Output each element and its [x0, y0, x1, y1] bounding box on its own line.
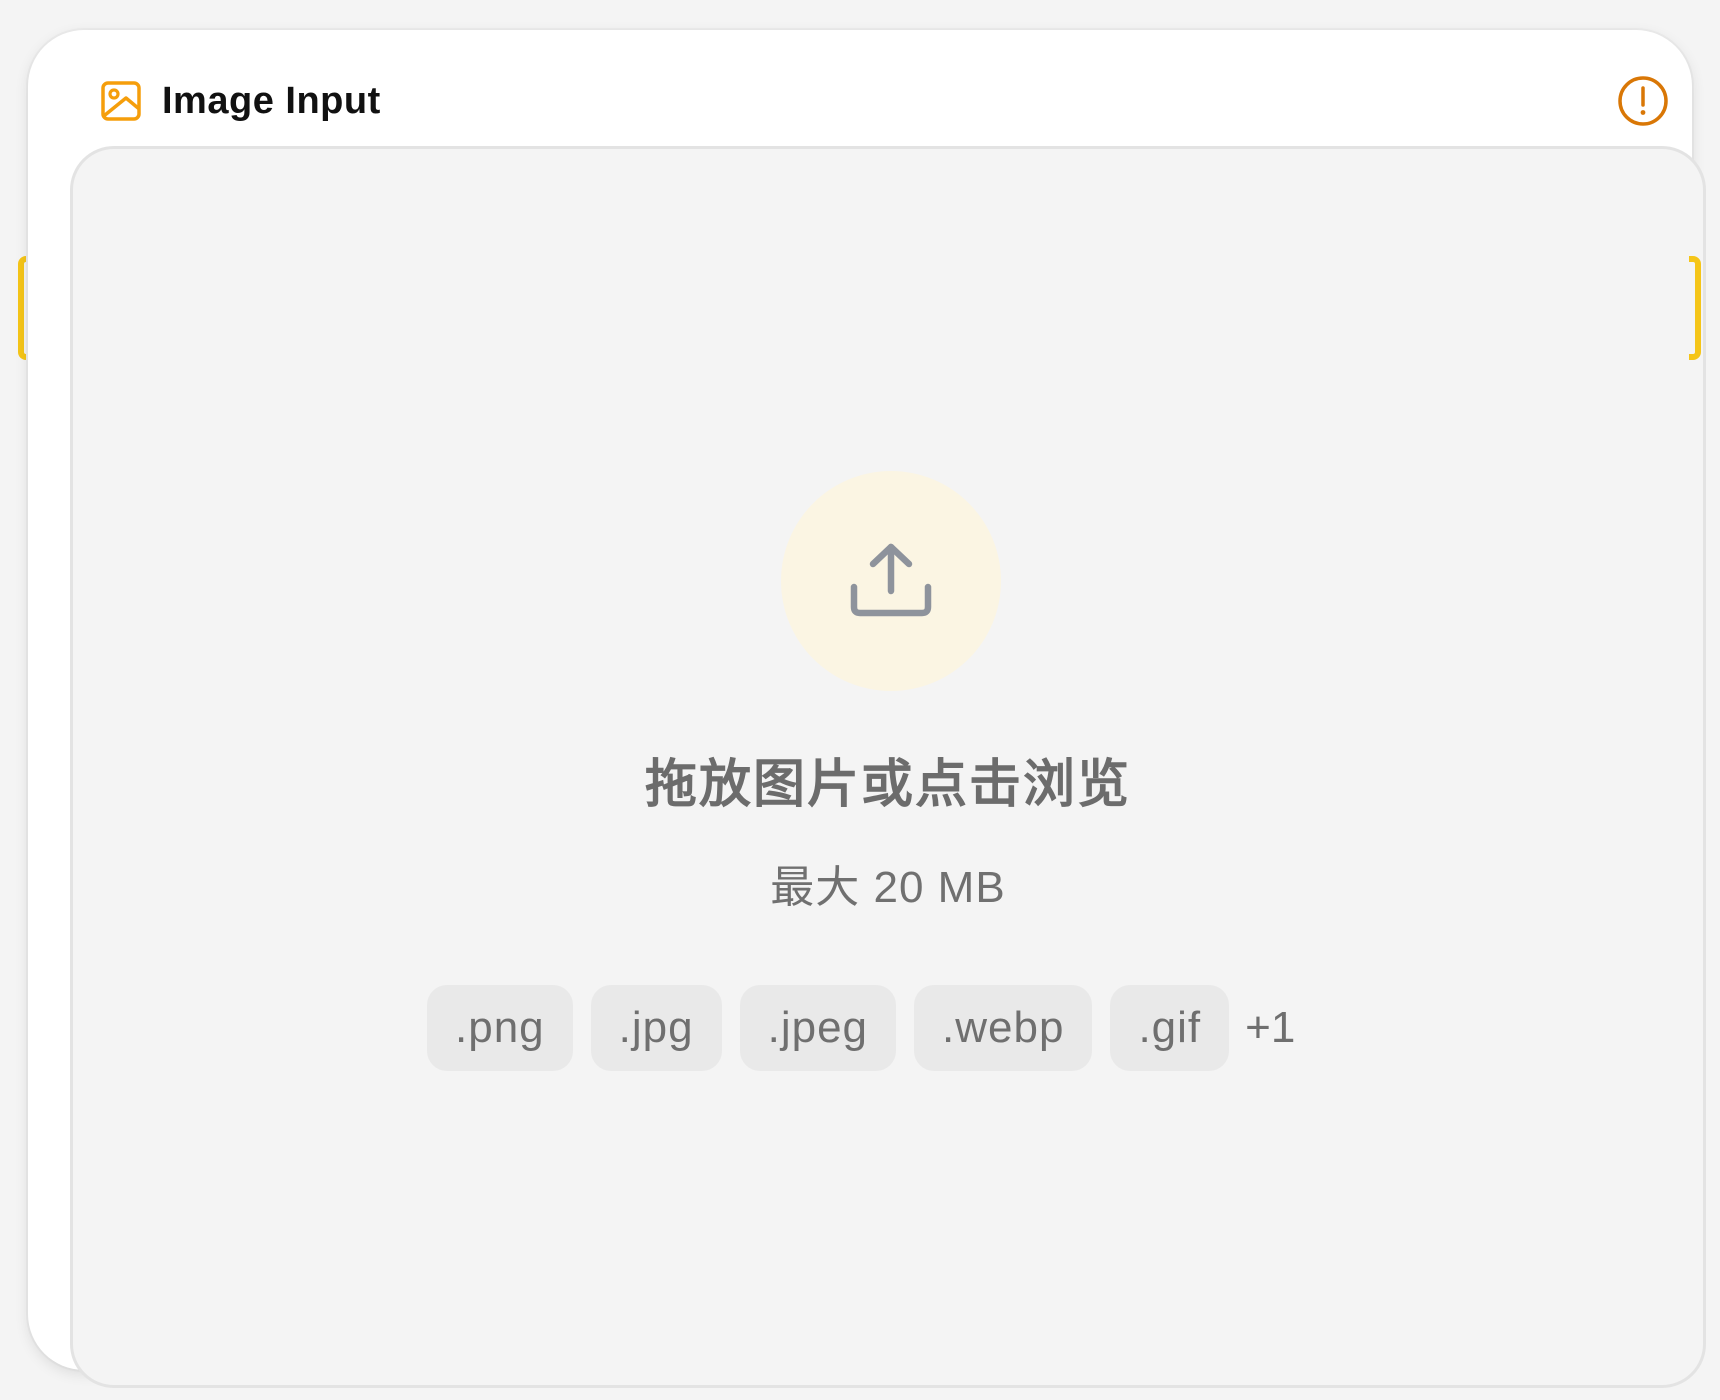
file-type-chip: .webp [914, 985, 1093, 1071]
more-file-types: +1 [1245, 1003, 1296, 1052]
max-size-label: 最大 20 MB [770, 863, 1006, 912]
file-type-chip: .png [427, 985, 573, 1071]
upload-icon [850, 543, 932, 617]
output-handle[interactable] [1689, 256, 1701, 360]
image-icon [100, 80, 142, 122]
upload-button[interactable] [781, 471, 1001, 691]
alert-circle-icon[interactable] [1617, 75, 1669, 127]
dropzone-title: 拖放图片或点击浏览 [644, 756, 1131, 814]
node-title: Image Input [162, 80, 381, 122]
file-type-chip: .gif [1110, 985, 1230, 1071]
image-input-node: Image Input 拖放图片或点击浏览 最大 20 MB .png .jpg… [28, 30, 1706, 1388]
file-type-chip: .jpg [590, 985, 722, 1071]
file-type-chip: .jpeg [739, 985, 897, 1071]
image-dropzone[interactable]: 拖放图片或点击浏览 最大 20 MB .png .jpg .jpeg .webp… [70, 146, 1706, 1388]
file-type-list: .png .jpg .jpeg .webp .gif +1 [427, 985, 1295, 1071]
